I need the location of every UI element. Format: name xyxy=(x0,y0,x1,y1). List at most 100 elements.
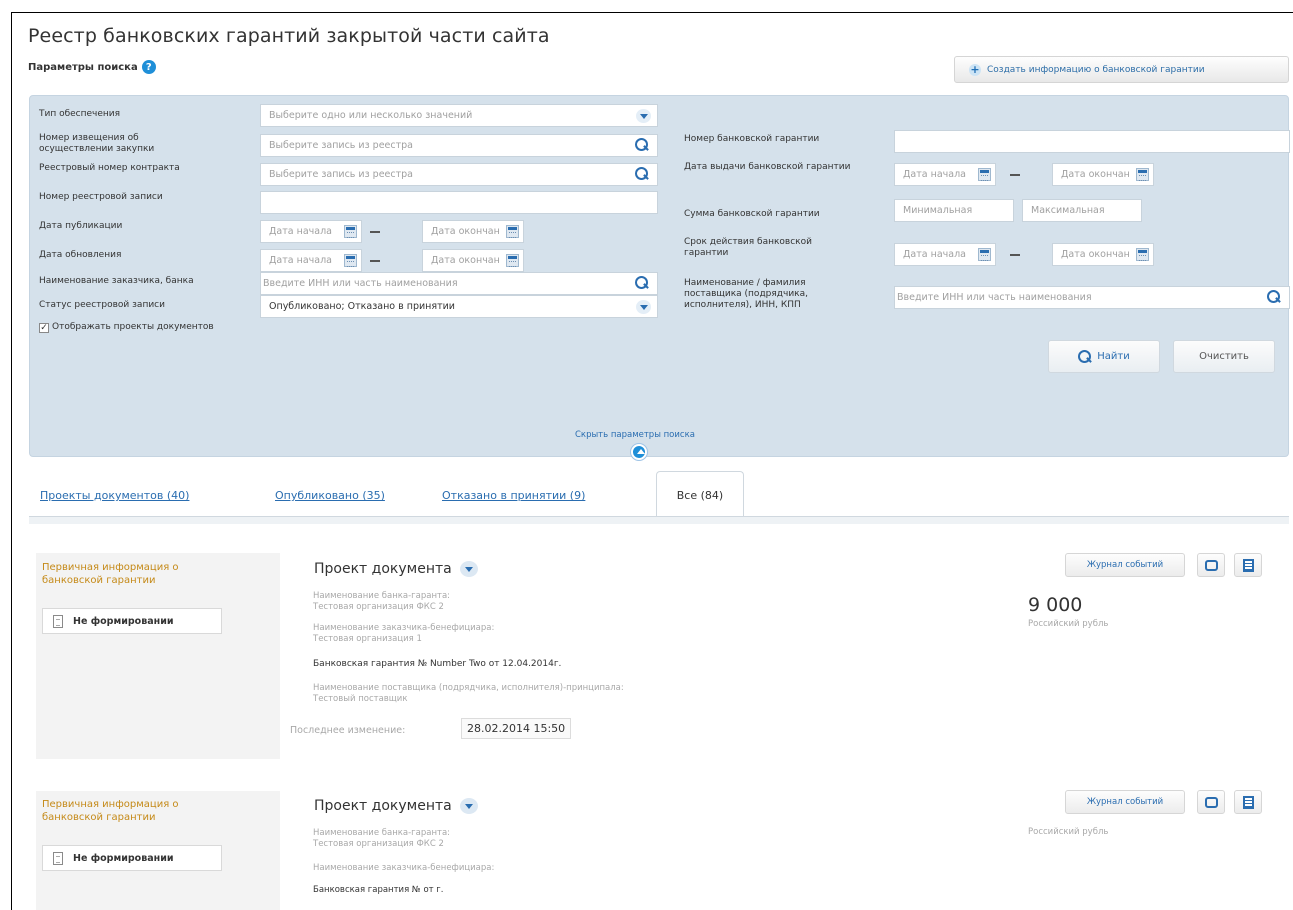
update-date-end-placeholder: Дата окончан xyxy=(431,255,500,266)
status-select[interactable]: Опубликовано; Отказано в принятии xyxy=(260,295,658,318)
find-button[interactable]: Найти xyxy=(1048,340,1160,373)
amount-max-placeholder: Максимальная xyxy=(1031,205,1105,216)
clear-button[interactable]: Очистить xyxy=(1173,340,1275,373)
chevron-up-icon[interactable] xyxy=(631,444,647,460)
print-button[interactable] xyxy=(1197,790,1225,814)
guarantee-line: Банковская гарантия № от г. xyxy=(313,885,444,895)
find-button-label: Найти xyxy=(1097,351,1130,362)
last-change-value: 28.02.2014 15:50 xyxy=(461,718,572,739)
search-icon[interactable] xyxy=(635,138,648,151)
plus-icon: + xyxy=(969,62,981,76)
document-icon xyxy=(53,851,63,865)
publish-date-start-placeholder: Дата начала xyxy=(269,226,332,237)
bank-label: Наименование банка-гаранта: xyxy=(313,828,451,838)
validity-start[interactable]: Дата начала xyxy=(894,243,996,266)
tab-published[interactable]: Опубликовано (35) xyxy=(275,489,385,502)
doc-type-label: Проект документа xyxy=(314,561,452,577)
status-badge: Не формировании xyxy=(42,845,222,871)
registry-number-input[interactable] xyxy=(260,191,658,214)
guarantee-number-input[interactable] xyxy=(894,130,1290,153)
filter-label-amount: Сумма банковской гарантии xyxy=(684,209,820,219)
search-icon[interactable] xyxy=(635,276,648,289)
event-log-button[interactable]: Журнал событий xyxy=(1065,553,1185,577)
range-dash xyxy=(1010,254,1020,256)
calendar-icon[interactable] xyxy=(344,225,357,238)
chevron-down-icon[interactable] xyxy=(459,798,478,814)
tabs-divider xyxy=(29,516,1289,524)
calendar-icon[interactable] xyxy=(344,254,357,267)
filter-label-registry-number: Номер реестровой записи xyxy=(39,192,163,202)
bank-value: Тестовая организация ФКС 2 xyxy=(313,602,444,612)
validity-end[interactable]: Дата окончан xyxy=(1052,243,1154,266)
search-panel: Тип обеспечения Номер извещения об осуще… xyxy=(29,95,1290,460)
update-date-end[interactable]: Дата окончан xyxy=(422,249,524,272)
chevron-down-icon[interactable] xyxy=(636,300,651,314)
show-drafts-checkbox[interactable]: ✓ xyxy=(39,322,49,333)
update-date-start[interactable]: Дата начала xyxy=(260,249,362,272)
help-icon[interactable]: ? xyxy=(141,60,156,74)
tab-drafts[interactable]: Проекты документов (40) xyxy=(40,489,189,502)
security-type-select[interactable]: Выберите одно или несколько значений xyxy=(260,104,658,127)
tab-rejected[interactable]: Отказано в принятии (9) xyxy=(442,489,585,502)
card-section-title: Первичная информация о банковской гарант… xyxy=(42,799,179,823)
search-icon[interactable] xyxy=(635,167,648,180)
customer-label: Наименование заказчика-бенефициара: xyxy=(313,623,495,633)
calendar-icon[interactable] xyxy=(506,225,519,238)
range-dash xyxy=(370,231,380,233)
contract-number-input[interactable]: Выберите запись из реестра xyxy=(260,163,658,186)
chevron-down-icon[interactable] xyxy=(636,109,651,123)
contract-number-placeholder: Выберите запись из реестра xyxy=(269,169,413,180)
filter-label-notice-number: Номер извещения об осуществлении закупки xyxy=(39,133,155,154)
calendar-icon[interactable] xyxy=(978,168,991,181)
card-section-title: Первичная информация о банковской гарант… xyxy=(42,562,179,586)
chevron-down-icon[interactable] xyxy=(459,561,478,577)
filter-label-issue-date: Дата выдачи банковской гарантии xyxy=(684,162,851,172)
calculator-icon xyxy=(1243,559,1254,572)
supplier-placeholder: Введите ИНН или часть наименования xyxy=(897,292,1092,303)
search-params-heading: Параметры поиска ? xyxy=(28,60,156,74)
calculate-button[interactable] xyxy=(1234,790,1262,814)
doc-type-label: Проект документа xyxy=(314,798,452,814)
notice-number-input[interactable]: Выберите запись из реестра xyxy=(260,134,658,157)
hide-params-link[interactable]: Скрыть параметры поиска xyxy=(575,430,695,440)
tab-all[interactable]: Все (84) xyxy=(656,471,744,518)
event-log-button[interactable]: Журнал событий xyxy=(1065,790,1185,814)
customer-label: Наименование заказчика-бенефициара: xyxy=(313,863,495,873)
clear-button-label: Очистить xyxy=(1199,351,1249,362)
amount-min-input[interactable]: Минимальная xyxy=(894,199,1014,222)
issue-date-start[interactable]: Дата начала xyxy=(894,163,996,186)
amount-max-input[interactable]: Максимальная xyxy=(1022,199,1142,222)
calculate-button[interactable] xyxy=(1234,553,1262,577)
supplier-input[interactable]: Введите ИНН или часть наименования xyxy=(894,286,1290,309)
doc-type-selector[interactable]: Проект документа xyxy=(314,798,478,814)
status-text: Не формировании xyxy=(73,615,174,627)
create-guarantee-button[interactable]: + Создать информацию о банковской гарант… xyxy=(954,56,1289,83)
status-badge: Не формировании xyxy=(42,608,222,634)
publish-date-start[interactable]: Дата начала xyxy=(260,220,362,243)
printer-icon xyxy=(1205,560,1218,571)
calendar-icon[interactable] xyxy=(1136,248,1149,261)
issue-date-start-placeholder: Дата начала xyxy=(903,169,966,180)
filter-label-contract-number: Реестровый номер контракта xyxy=(39,163,180,173)
customer-placeholder: Введите ИНН или часть наименования xyxy=(263,278,458,289)
doc-type-selector[interactable]: Проект документа xyxy=(314,561,478,577)
status-text: Не формировании xyxy=(73,852,174,864)
search-icon[interactable] xyxy=(1267,290,1280,303)
calendar-icon[interactable] xyxy=(978,248,991,261)
filter-label-guarantee-number: Номер банковской гарантии xyxy=(684,134,820,144)
create-guarantee-label: Создать информацию о банковской гарантии xyxy=(987,64,1205,75)
update-date-start-placeholder: Дата начала xyxy=(269,255,332,266)
supplier-label: Наименование поставщика (подрядчика, исп… xyxy=(313,683,624,693)
filter-label-update-date: Дата обновления xyxy=(39,250,122,260)
show-drafts-option[interactable]: ✓ Отображать проекты документов xyxy=(39,322,214,333)
calendar-icon[interactable] xyxy=(1136,168,1149,181)
customer-input[interactable]: Введите ИНН или часть наименования xyxy=(260,272,658,295)
calendar-icon[interactable] xyxy=(506,254,519,267)
publish-date-end[interactable]: Дата окончан xyxy=(422,220,524,243)
supplier-value: Тестовый поставщик xyxy=(313,694,408,704)
print-button[interactable] xyxy=(1197,553,1225,577)
issue-date-end[interactable]: Дата окончан xyxy=(1052,163,1154,186)
customer-value: Тестовая организация 1 xyxy=(313,634,422,644)
currency-label: Российский рубль xyxy=(1028,827,1109,837)
issue-date-end-placeholder: Дата окончан xyxy=(1061,169,1130,180)
